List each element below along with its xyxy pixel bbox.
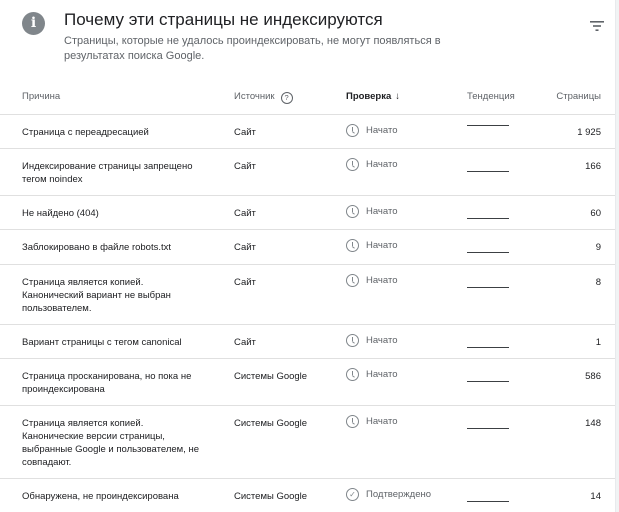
row-check-status: Начато: [346, 124, 398, 137]
row-pages-count: 8: [595, 277, 601, 288]
row-status-label: Начато: [366, 275, 398, 286]
row-reason: Заблокировано в файле robots.txt: [22, 242, 172, 253]
row-pages-count: 9: [595, 242, 601, 253]
row-trend-sparkline: [467, 287, 509, 288]
clock-icon: [346, 205, 359, 218]
table-body: Страница с переадресацией Сайт Начато 1 925…: [0, 115, 615, 512]
row-reason: Индексирование страницы запрещено тегом …: [22, 161, 193, 185]
row-check-status: Начато: [346, 368, 398, 381]
row-trend-sparkline: [467, 171, 509, 172]
row-check-status: ✓ Подтверждено: [346, 488, 431, 501]
row-status-label: Начато: [366, 159, 398, 170]
row-reason: Обнаружена, не проиндексирована: [22, 491, 179, 502]
table-row[interactable]: Индексирование страницы запрещено тегом …: [0, 149, 615, 196]
row-trend-sparkline: [467, 347, 509, 348]
column-header-check[interactable]: Проверка ↓: [346, 91, 400, 102]
row-status-label: Подтверждено: [366, 489, 432, 500]
table-row[interactable]: Не найдено (404) Сайт Начато 60: [0, 196, 615, 230]
column-header-source-label: Источник: [234, 91, 275, 102]
row-status-label: Начато: [366, 369, 398, 380]
row-source: Системы Google: [234, 371, 308, 382]
clock-icon: [346, 334, 359, 347]
clock-icon: [346, 158, 359, 171]
row-status-label: Начато: [366, 335, 398, 346]
row-pages-count: 60: [590, 208, 601, 219]
card-subtitle: Страницы, которые не удалось проиндексир…: [64, 35, 441, 62]
row-reason: Страница является копией. Канонический в…: [22, 277, 171, 314]
row-check-status: Начато: [346, 158, 398, 171]
clock-icon: [346, 368, 359, 381]
row-trend-sparkline: [467, 252, 509, 253]
row-status-label: Начато: [366, 240, 398, 251]
table-row[interactable]: Страница является копией. Канонический в…: [0, 265, 615, 325]
row-reason: Страница с переадресацией: [22, 127, 149, 138]
clock-icon: [346, 415, 359, 428]
clock-icon: [346, 124, 359, 137]
sort-arrow-down-icon: ↓: [395, 91, 401, 102]
row-check-status: Начато: [346, 274, 398, 287]
row-trend-sparkline: [467, 381, 509, 382]
column-header-pages[interactable]: Страницы: [556, 91, 601, 102]
row-trend-sparkline: [467, 125, 509, 126]
row-check-status: Начато: [346, 334, 398, 347]
table-header: Причина Источник? Проверка ↓ Тенденция Ст…: [0, 76, 615, 115]
table-row[interactable]: Вариант страницы с тегом canonical Сайт На…: [0, 325, 615, 359]
help-icon[interactable]: ?: [280, 92, 293, 104]
column-header-trend: Тенденция: [467, 91, 515, 102]
row-source: Сайт: [234, 337, 256, 348]
row-pages-count: 148: [585, 418, 601, 429]
row-check-status: Начато: [346, 415, 398, 428]
row-source: Системы Google: [234, 418, 308, 429]
row-trend-sparkline: [467, 218, 509, 219]
card-title: Почему эти страницы не индексируются: [64, 10, 383, 29]
row-status-label: Начато: [366, 416, 398, 427]
card-header: i Почему эти страницы не индексируются С…: [0, 0, 615, 76]
row-reason: Страница просканирована, но пока не прои…: [22, 371, 192, 395]
column-header-reason[interactable]: Причина: [22, 91, 60, 102]
table-row[interactable]: Обнаружена, не проиндексирована Системы G…: [0, 479, 615, 512]
row-source: Системы Google: [234, 491, 308, 502]
table-row[interactable]: Страница с переадресацией Сайт Начато 1 925: [0, 115, 615, 149]
column-header-check-label: Проверка: [346, 91, 392, 102]
row-pages-count: 1 925: [577, 127, 601, 138]
row-source: Сайт: [234, 161, 256, 172]
row-status-label: Начато: [366, 125, 398, 136]
not-indexed-card: i Почему эти страницы не индексируются С…: [0, 0, 616, 512]
column-header-source[interactable]: Источник?: [234, 91, 293, 104]
check-circle-icon: ✓: [346, 488, 359, 501]
row-check-status: Начато: [346, 239, 398, 252]
filter-icon[interactable]: [588, 18, 606, 34]
table-row[interactable]: Заблокировано в файле robots.txt Сайт Нача…: [0, 230, 615, 265]
row-pages-count: 166: [585, 161, 601, 172]
info-icon: i: [22, 12, 45, 35]
row-check-status: Начато: [346, 205, 398, 218]
clock-icon: [346, 239, 359, 252]
clock-icon: [346, 274, 359, 287]
row-pages-count: 586: [585, 371, 601, 382]
row-reason: Вариант страницы с тегом canonical: [22, 337, 182, 348]
row-source: Сайт: [234, 242, 256, 253]
row-status-label: Начато: [366, 206, 398, 217]
row-pages-count: 14: [590, 491, 601, 502]
row-reason: Страница является копией. Канонические в…: [22, 418, 199, 468]
table-row[interactable]: Страница является копией. Канонические в…: [0, 406, 615, 479]
row-source: Сайт: [234, 127, 256, 138]
row-source: Сайт: [234, 277, 256, 288]
row-source: Сайт: [234, 208, 256, 219]
row-reason: Не найдено (404): [22, 208, 99, 219]
table-row[interactable]: Страница просканирована, но пока не прои…: [0, 359, 615, 406]
row-pages-count: 1: [595, 337, 601, 348]
row-trend-sparkline: [467, 428, 509, 429]
row-trend-sparkline: [467, 501, 509, 502]
